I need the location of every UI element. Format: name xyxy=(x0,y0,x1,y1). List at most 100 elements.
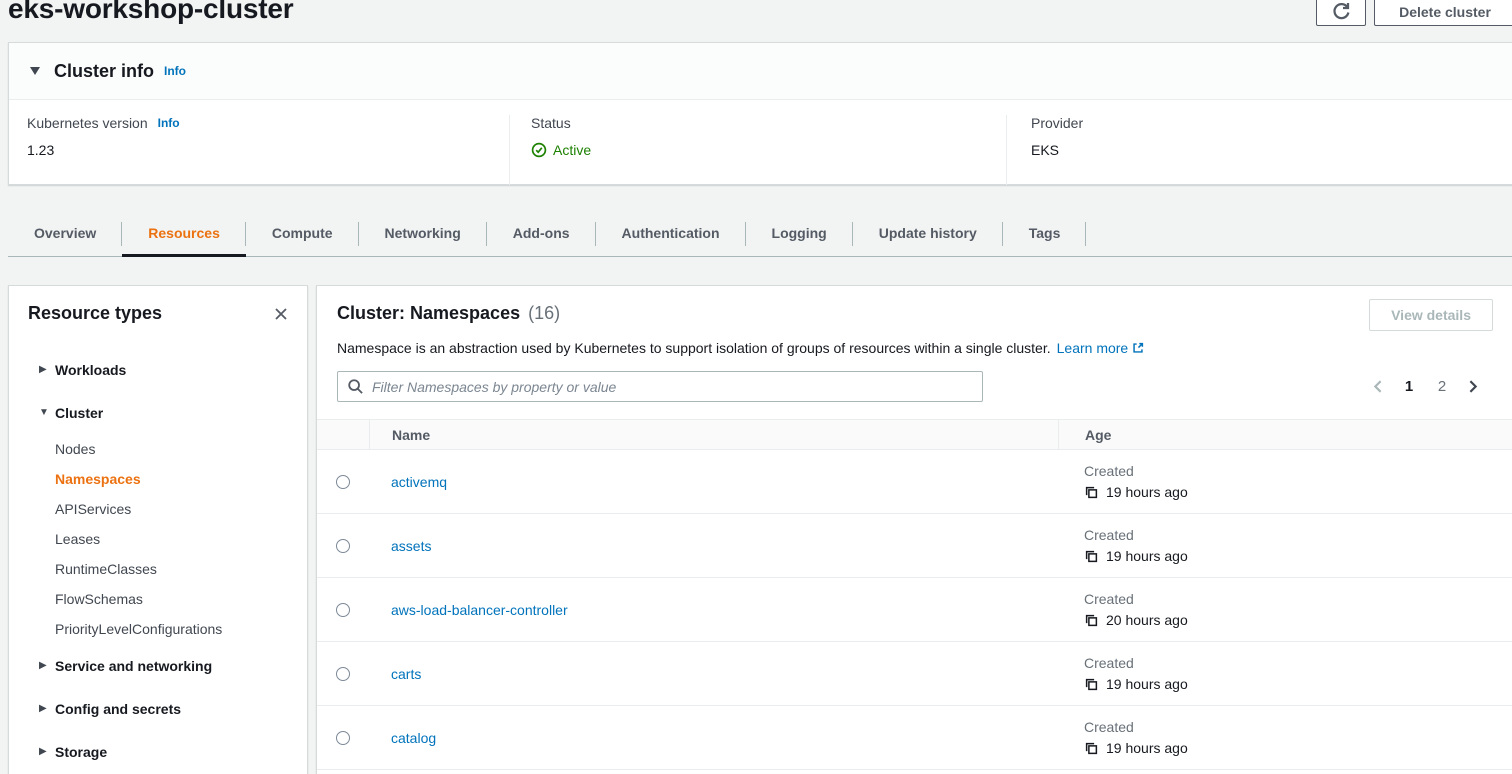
tab[interactable]: Add-ons xyxy=(487,210,596,256)
page-number[interactable]: 2 xyxy=(1431,378,1453,395)
cluster-info-panel: Cluster info Info Kubernetes version Inf… xyxy=(8,42,1512,185)
selection-column-header xyxy=(317,420,369,449)
resource-type-label: Service and networking xyxy=(55,658,212,674)
filter-namespaces-input[interactable] xyxy=(337,371,983,402)
namespace-link[interactable]: activemq xyxy=(391,474,447,490)
kubernetes-version-label: Kubernetes version xyxy=(27,115,148,131)
age-value: 19 hours ago xyxy=(1106,548,1188,564)
resource-type-item[interactable]: ▼ Cluster xyxy=(9,391,307,434)
copy-icon[interactable] xyxy=(1084,741,1099,756)
close-icon[interactable] xyxy=(271,304,291,324)
created-label: Created xyxy=(1084,527,1512,543)
provider-label: Provider xyxy=(1031,115,1083,131)
row-radio-button[interactable] xyxy=(336,667,350,681)
page-title: eks-workshop-cluster xyxy=(8,0,293,25)
resource-type-item[interactable]: Namespaces xyxy=(9,464,307,494)
resource-type-label: FlowSchemas xyxy=(55,591,143,607)
tab[interactable]: Authentication xyxy=(596,210,746,256)
age-column-header[interactable]: Age xyxy=(1058,420,1512,449)
status-label: Status xyxy=(531,115,571,131)
row-radio-button[interactable] xyxy=(336,731,350,745)
table-row: aws-load-balancer-controller Created 20 … xyxy=(317,578,1512,642)
resource-type-item[interactable]: Nodes xyxy=(9,434,307,464)
expand-triangle-icon: ▶ xyxy=(39,364,55,375)
resource-type-label: PriorityLevelConfigurations xyxy=(55,621,222,637)
cluster-info-info-link[interactable]: Info xyxy=(164,64,186,78)
tab[interactable]: Tags xyxy=(1003,210,1087,256)
tab-label: Add-ons xyxy=(513,225,570,241)
tab[interactable]: Logging xyxy=(746,210,853,256)
tab[interactable]: Resources xyxy=(122,210,246,256)
expand-triangle-icon: ▶ xyxy=(39,703,55,714)
resource-type-item[interactable]: PriorityLevelConfigurations xyxy=(9,614,307,644)
expand-triangle-icon: ▶ xyxy=(39,660,55,671)
resource-type-item[interactable]: Leases xyxy=(9,524,307,554)
namespaces-table-body: activemq Created 19 hours ago ass xyxy=(317,450,1512,770)
age-column-label: Age xyxy=(1085,427,1111,443)
created-label: Created xyxy=(1084,591,1512,607)
delete-cluster-label: Delete cluster xyxy=(1399,4,1491,20)
resource-type-label: Workloads xyxy=(55,362,126,378)
kubernetes-version-info-link[interactable]: Info xyxy=(158,116,180,130)
tab-label: Networking xyxy=(385,225,461,241)
filter-box xyxy=(337,371,983,402)
namespaces-description: Namespace is an abstraction used by Kube… xyxy=(337,340,1051,356)
resource-type-label: Namespaces xyxy=(55,471,141,487)
resource-type-item[interactable]: ▶ Workloads xyxy=(9,348,307,391)
row-radio-button[interactable] xyxy=(336,603,350,617)
tab[interactable]: Compute xyxy=(246,210,359,256)
tab-label: Tags xyxy=(1029,225,1061,241)
namespace-link[interactable]: catalog xyxy=(391,730,436,746)
resource-type-item[interactable]: APIServices xyxy=(9,494,307,524)
age-value: 19 hours ago xyxy=(1106,484,1188,500)
name-column-label: Name xyxy=(392,427,430,443)
table-row: catalog Created 19 hours ago xyxy=(317,706,1512,770)
row-radio-button[interactable] xyxy=(336,539,350,553)
tab[interactable]: Networking xyxy=(359,210,487,256)
table-row: activemq Created 19 hours ago xyxy=(317,450,1512,514)
resource-type-label: RuntimeClasses xyxy=(55,561,157,577)
status-field: Status Active xyxy=(509,115,1006,185)
search-icon xyxy=(347,378,364,398)
chevron-right-icon[interactable] xyxy=(1464,378,1481,395)
resource-type-label: Storage xyxy=(55,744,107,760)
created-label: Created xyxy=(1084,655,1512,671)
resource-type-item[interactable]: ▶ Config and secrets xyxy=(9,687,307,730)
kubernetes-version-field: Kubernetes version Info 1.23 xyxy=(9,115,509,185)
check-circle-icon xyxy=(531,142,547,158)
tab-label: Update history xyxy=(879,225,977,241)
learn-more-link[interactable]: Learn more xyxy=(1057,340,1129,356)
copy-icon[interactable] xyxy=(1084,613,1099,628)
resource-type-item[interactable]: RuntimeClasses xyxy=(9,554,307,584)
namespace-link[interactable]: carts xyxy=(391,666,421,682)
cluster-info-header[interactable]: Cluster info Info xyxy=(9,43,1512,100)
resource-type-item[interactable]: ▶ Service and networking xyxy=(9,644,307,687)
copy-icon[interactable] xyxy=(1084,677,1099,692)
tab[interactable]: Update history xyxy=(853,210,1003,256)
view-details-button[interactable]: View details xyxy=(1369,299,1493,331)
chevron-left-icon[interactable] xyxy=(1370,378,1387,395)
age-value: 19 hours ago xyxy=(1106,740,1188,756)
kubernetes-version-value: 1.23 xyxy=(27,142,509,158)
name-column-header[interactable]: Name xyxy=(369,420,1058,449)
resource-type-item[interactable]: ▶ Storage xyxy=(9,730,307,773)
cluster-info-title: Cluster info xyxy=(54,61,154,82)
tab[interactable]: Overview xyxy=(8,210,122,256)
page-number[interactable]: 1 xyxy=(1398,378,1420,395)
copy-icon[interactable] xyxy=(1084,485,1099,500)
namespace-link[interactable]: assets xyxy=(391,538,431,554)
pagination: 1 2 xyxy=(1370,378,1481,395)
cluster-info-content: Kubernetes version Info 1.23 Status Acti… xyxy=(9,100,1512,185)
refresh-button[interactable] xyxy=(1316,0,1366,26)
namespace-link[interactable]: aws-load-balancer-controller xyxy=(391,602,568,618)
created-label: Created xyxy=(1084,463,1512,479)
row-radio-button[interactable] xyxy=(336,475,350,489)
delete-cluster-button[interactable]: Delete cluster xyxy=(1374,0,1512,26)
status-value: Active xyxy=(553,142,591,158)
resource-type-item[interactable]: FlowSchemas xyxy=(9,584,307,614)
copy-icon[interactable] xyxy=(1084,549,1099,564)
tab-label: Resources xyxy=(148,225,220,241)
resource-type-label: Leases xyxy=(55,531,100,547)
view-details-label: View details xyxy=(1391,307,1471,323)
created-label: Created xyxy=(1084,719,1512,735)
